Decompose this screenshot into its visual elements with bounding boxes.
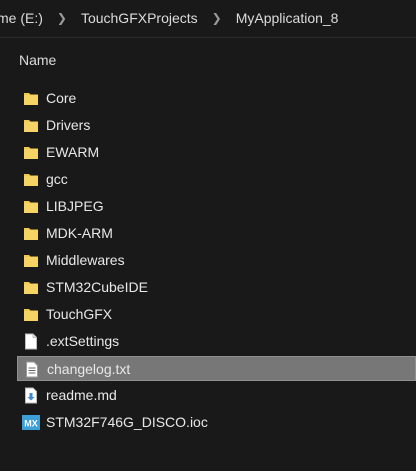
column-header-row: Name xyxy=(0,38,416,82)
file-name: Drivers xyxy=(46,117,91,133)
file-row[interactable]: .extSettings xyxy=(17,329,416,354)
file-row[interactable]: LIBJPEG xyxy=(17,194,416,219)
chevron-right-icon[interactable]: ❯ xyxy=(204,11,230,25)
file-row[interactable]: Core xyxy=(17,86,416,111)
column-header-name[interactable]: Name xyxy=(19,52,56,68)
file-name: .extSettings xyxy=(46,333,120,349)
file-row[interactable]: readme.md xyxy=(17,383,416,408)
file-row[interactable]: Drivers xyxy=(17,113,416,138)
file-row[interactable]: EWARM xyxy=(17,140,416,165)
mx-icon-text: MX xyxy=(24,419,38,429)
file-name: gcc xyxy=(46,171,68,187)
breadcrumb-myapplication[interactable]: MyApplication_8 xyxy=(230,10,345,26)
file-name: readme.md xyxy=(46,387,117,403)
file-row[interactable]: gcc xyxy=(17,167,416,192)
breadcrumb-drive[interactable]: me (E:) xyxy=(0,10,49,26)
file-name: LIBJPEG xyxy=(46,198,104,214)
folder-icon xyxy=(23,171,39,188)
file-name: STM32CubeIDE xyxy=(46,279,148,295)
file-row[interactable]: Middlewares xyxy=(17,248,416,273)
folder-icon xyxy=(23,306,39,323)
file-name: TouchGFX xyxy=(46,306,113,322)
file-icon xyxy=(23,333,39,350)
file-row[interactable]: TouchGFX xyxy=(17,302,416,327)
text-file-icon xyxy=(24,361,40,378)
file-name: STM32F746G_DISCO.ioc xyxy=(46,414,208,430)
file-row[interactable]: STM32CubeIDE xyxy=(17,275,416,300)
breadcrumb: me (E:) ❯ TouchGFXProjects ❯ MyApplicati… xyxy=(0,0,416,36)
markdown-file-icon xyxy=(23,387,39,404)
chevron-right-icon[interactable]: ❯ xyxy=(49,11,75,25)
file-name: Middlewares xyxy=(46,252,125,268)
folder-icon xyxy=(23,198,39,215)
file-name: EWARM xyxy=(46,144,100,160)
folder-icon xyxy=(23,90,39,107)
file-name: Core xyxy=(46,90,77,106)
folder-icon xyxy=(23,279,39,296)
file-name: changelog.txt xyxy=(47,361,131,377)
file-row[interactable]: MDK-ARM xyxy=(17,221,416,246)
file-name: MDK-ARM xyxy=(46,225,113,241)
folder-icon xyxy=(23,117,39,134)
file-row[interactable]: MX STM32F746G_DISCO.ioc xyxy=(17,410,416,435)
mx-file-icon: MX xyxy=(22,414,40,431)
folder-icon xyxy=(23,225,39,242)
folder-icon xyxy=(23,252,39,269)
file-row[interactable]: changelog.txt xyxy=(17,356,416,381)
folder-icon xyxy=(23,144,39,161)
breadcrumb-touchgfxprojects[interactable]: TouchGFXProjects xyxy=(75,10,204,26)
